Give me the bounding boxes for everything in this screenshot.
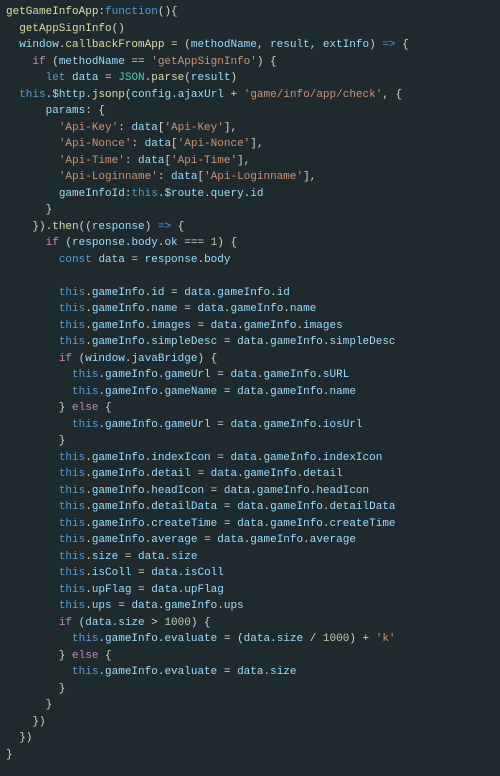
code-line-28: this.gameInfo.detail = data.gameInfo.det… xyxy=(6,466,494,483)
code-line-23: this.gameInfo.gameName = data.gameInfo.n… xyxy=(6,384,494,401)
code-line-36: this.ups = data.gameInfo.ups xyxy=(6,598,494,615)
code-line-6: params: { xyxy=(6,103,494,120)
code-line-14: if (response.body.ok === 1) { xyxy=(6,235,494,252)
code-line-15: const data = response.body xyxy=(6,252,494,269)
code-line-40: this.gameInfo.evaluate = data.size xyxy=(6,664,494,681)
code-line-10: 'Api-Loginname': data['Api-Loginname'], xyxy=(6,169,494,186)
code-line-43: }) xyxy=(6,714,494,731)
code-line-22: this.gameInfo.gameUrl = data.gameInfo.sU… xyxy=(6,367,494,384)
code-line-11: gameInfoId:this.$route.query.id xyxy=(6,186,494,203)
code-line-30: this.gameInfo.detailData = data.gameInfo… xyxy=(6,499,494,516)
code-line-16 xyxy=(6,268,494,285)
code-line-3: if (methodName == 'getAppSignInfo') { xyxy=(6,54,494,71)
code-line-35: this.upFlag = data.upFlag xyxy=(6,582,494,599)
code-line-21: if (window.javaBridge) { xyxy=(6,351,494,368)
code-line-13: }).then((response) => { xyxy=(6,219,494,236)
code-line-4: let data = JSON.parse(result) xyxy=(6,70,494,87)
code-line-31: this.gameInfo.createTime = data.gameInfo… xyxy=(6,516,494,533)
code-line-7: 'Api-Key': data['Api-Key'], xyxy=(6,120,494,137)
code-line-32: this.gameInfo.average = data.gameInfo.av… xyxy=(6,532,494,549)
code-line-33: this.size = data.size xyxy=(6,549,494,566)
code-line-8: 'Api-Nonce': data['Api-Nonce'], xyxy=(6,136,494,153)
code-line-24: } else { xyxy=(6,400,494,417)
code-line-38: this.gameInfo.evaluate = (data.size / 10… xyxy=(6,631,494,648)
code-line-19: this.gameInfo.images = data.gameInfo.ima… xyxy=(6,318,494,335)
code-line-25: this.gameInfo.gameUrl = data.gameInfo.io… xyxy=(6,417,494,434)
code-line-5: this.$http.jsonp(config.ajaxUrl + 'game/… xyxy=(6,87,494,104)
code-line-34: this.isColl = data.isColl xyxy=(6,565,494,582)
code-line-12: } xyxy=(6,202,494,219)
code-line-39: } else { xyxy=(6,648,494,665)
code-line-2: window.callbackFromApp = (methodName, re… xyxy=(6,37,494,54)
code-line-45: } xyxy=(6,747,494,764)
code-line-20: this.gameInfo.simpleDesc = data.gameInfo… xyxy=(6,334,494,351)
code-line-17: this.gameInfo.id = data.gameInfo.id xyxy=(6,285,494,302)
code-line-42: } xyxy=(6,697,494,714)
code-block: getGameInfoApp:function(){ getAppSignInf… xyxy=(6,4,494,763)
code-line-1: getAppSignInfo() xyxy=(6,21,494,38)
code-line-0: getGameInfoApp:function(){ xyxy=(6,4,494,21)
code-line-37: if (data.size > 1000) { xyxy=(6,615,494,632)
code-line-29: this.gameInfo.headIcon = data.gameInfo.h… xyxy=(6,483,494,500)
code-line-9: 'Api-Time': data['Api-Time'], xyxy=(6,153,494,170)
code-line-18: this.gameInfo.name = data.gameInfo.name xyxy=(6,301,494,318)
code-line-41: } xyxy=(6,681,494,698)
code-line-44: }) xyxy=(6,730,494,747)
code-line-26: } xyxy=(6,433,494,450)
code-line-27: this.gameInfo.indexIcon = data.gameInfo.… xyxy=(6,450,494,467)
